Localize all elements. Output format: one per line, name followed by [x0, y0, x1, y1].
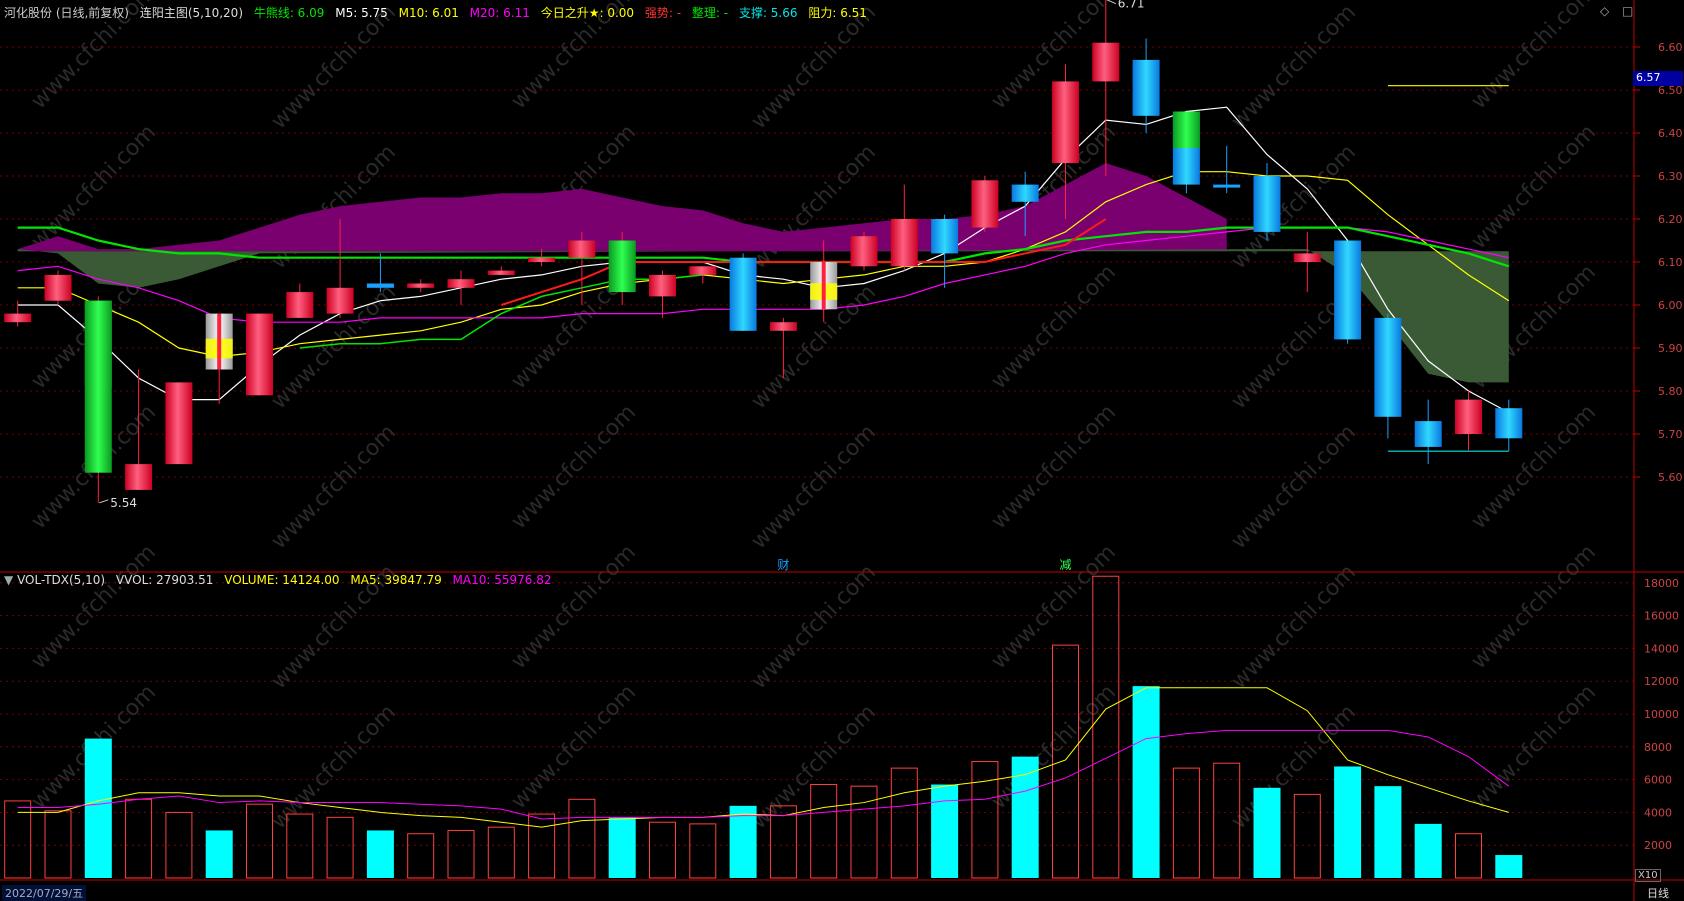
candle-body[interactable]	[1213, 184, 1241, 188]
candle-body[interactable]	[649, 274, 676, 297]
price-tick-label: 5.60	[1658, 471, 1683, 484]
candle-highlight[interactable]	[217, 313, 222, 370]
candle-body[interactable]	[528, 257, 556, 262]
candle-body[interactable]	[487, 270, 515, 275]
price-tick-label: 6.00	[1658, 299, 1683, 312]
vvol-value: VVOL: 27903.51	[115, 573, 214, 587]
price-tick-label: 5.70	[1658, 428, 1683, 441]
volume-tick-label: 4000	[1644, 806, 1672, 819]
volume-bar[interactable]	[84, 738, 112, 878]
candle-body[interactable]	[246, 313, 273, 396]
candle-highlight[interactable]	[1172, 111, 1200, 149]
indicator-name[interactable]: 连阳主图(5,10,20)	[140, 6, 243, 20]
candle-body[interactable]	[689, 266, 717, 275]
candle-body[interactable]	[366, 283, 394, 288]
candle-body[interactable]	[769, 322, 797, 331]
candle-body[interactable]	[1455, 399, 1482, 434]
volume-indicator-header: ▼ VOL-TDX(5,10) VVOL: 27903.51 VOLUME: 1…	[4, 573, 559, 587]
candle-body[interactable]	[931, 219, 959, 254]
candle-body[interactable]	[447, 279, 475, 288]
candle-body[interactable]	[44, 274, 72, 301]
candle-body[interactable]	[1253, 176, 1281, 232]
candle-body[interactable]	[971, 180, 999, 228]
ma5-value: MA5: 39847.79	[350, 573, 442, 587]
volume-tick-label: 10000	[1644, 708, 1679, 721]
candle-body[interactable]	[407, 283, 435, 288]
low-price-label: 5.54	[110, 496, 137, 510]
date-label: 2022/07/29/五	[2, 885, 87, 901]
period-label[interactable]: 日线	[1647, 885, 1669, 901]
candle-body[interactable]	[729, 257, 757, 331]
candle-highlight[interactable]	[821, 262, 826, 310]
candle-highlight[interactable]	[608, 240, 636, 267]
candle-body[interactable]	[1334, 240, 1362, 340]
price-tick-label: 6.60	[1658, 41, 1683, 54]
candle-body[interactable]	[286, 292, 314, 318]
price-tick-label: 6.10	[1658, 256, 1683, 269]
candle-body[interactable]	[1132, 59, 1160, 116]
header-value-m5: M5: 5.75	[335, 6, 388, 20]
volume-tick-label: 16000	[1644, 610, 1679, 623]
volume-bar[interactable]	[205, 830, 233, 878]
price-tick-label: 6.40	[1658, 127, 1683, 140]
volume-tick-label: 8000	[1644, 741, 1672, 754]
candle-body[interactable]	[326, 287, 354, 314]
price-tick-label: 5.80	[1658, 385, 1683, 398]
ma10-value: MA10: 55976.82	[452, 573, 552, 587]
candle-body[interactable]	[1374, 317, 1402, 417]
volume-bar[interactable]	[1334, 766, 1362, 878]
candle-body[interactable]	[125, 464, 153, 490]
volume-tick-label: 18000	[1644, 577, 1679, 590]
volume-bar[interactable]	[931, 784, 959, 878]
candle-body[interactable]	[850, 236, 878, 267]
volume-tick-label: 14000	[1644, 642, 1679, 655]
volume-tick-label: 6000	[1644, 774, 1672, 787]
event-marker-reduce: 减	[1060, 558, 1072, 572]
candle-body[interactable]	[1293, 253, 1321, 262]
main-indicator-header: 河化股份 (日线,前复权) 连阳主图(5,10,20) 牛熊线: 6.09 M5…	[4, 4, 874, 21]
volume-tick-label: 2000	[1644, 839, 1672, 852]
header-value-resistance: 阻力: 6.51	[808, 6, 867, 20]
collapse-icon[interactable]: ▼	[4, 573, 13, 587]
candle-body[interactable]	[1092, 42, 1120, 82]
volume-value: VOLUME: 14124.00	[224, 573, 340, 587]
volume-bar[interactable]	[608, 817, 636, 878]
header-value-bull-bear: 牛熊线: 6.09	[253, 6, 325, 20]
candle-body[interactable]	[4, 313, 32, 323]
price-tick-label: 6.30	[1658, 170, 1683, 183]
volume-bar[interactable]	[729, 805, 757, 878]
price-tick-label: 6.20	[1658, 213, 1683, 226]
volume-tick-label: 12000	[1644, 675, 1679, 688]
candle-body[interactable]	[1011, 184, 1039, 202]
price-tick-label: 5.90	[1658, 342, 1683, 355]
header-value-strong: 强势: -	[644, 6, 682, 20]
stock-title: 河化股份 (日线,前复权)	[4, 6, 129, 20]
candle-body[interactable]	[1495, 408, 1523, 439]
event-marker-finance: 财	[777, 558, 789, 572]
header-value-today-rise: 今日之升★: 0.00	[540, 6, 635, 20]
header-value-consolidate: 整理: -	[691, 6, 729, 20]
volume-unit-label: X10	[1635, 869, 1661, 882]
volume-bar[interactable]	[1414, 823, 1442, 878]
header-value-m10: M10: 6.01	[398, 6, 459, 20]
volume-bar[interactable]	[366, 830, 394, 878]
candle-body[interactable]	[1414, 421, 1442, 447]
current-price-tag: 6.57	[1633, 71, 1683, 86]
header-value-support: 支撑: 5.66	[738, 6, 798, 20]
candle-highlight[interactable]	[84, 300, 112, 387]
candle-body[interactable]	[165, 382, 193, 465]
stock-chart-canvas[interactable]: www.cfchi.com www.cfchi.com www.cfchi.com w…	[0, 0, 1684, 901]
window-icon[interactable]: □	[1622, 4, 1633, 18]
candle-body[interactable]	[568, 240, 596, 258]
header-value-m20: M20: 6.11	[469, 6, 530, 20]
volume-indicator-name[interactable]: VOL-TDX(5,10)	[17, 573, 105, 587]
volume-bar[interactable]	[1132, 686, 1160, 878]
volume-bar[interactable]	[1374, 786, 1402, 878]
high-price-label: 6.71	[1118, 0, 1145, 11]
diamond-icon[interactable]: ◇	[1600, 4, 1609, 18]
volume-bar[interactable]	[1495, 855, 1523, 878]
volume-bar[interactable]	[1253, 787, 1281, 878]
candle-body[interactable]	[890, 219, 918, 267]
candle-body[interactable]	[1052, 81, 1079, 164]
